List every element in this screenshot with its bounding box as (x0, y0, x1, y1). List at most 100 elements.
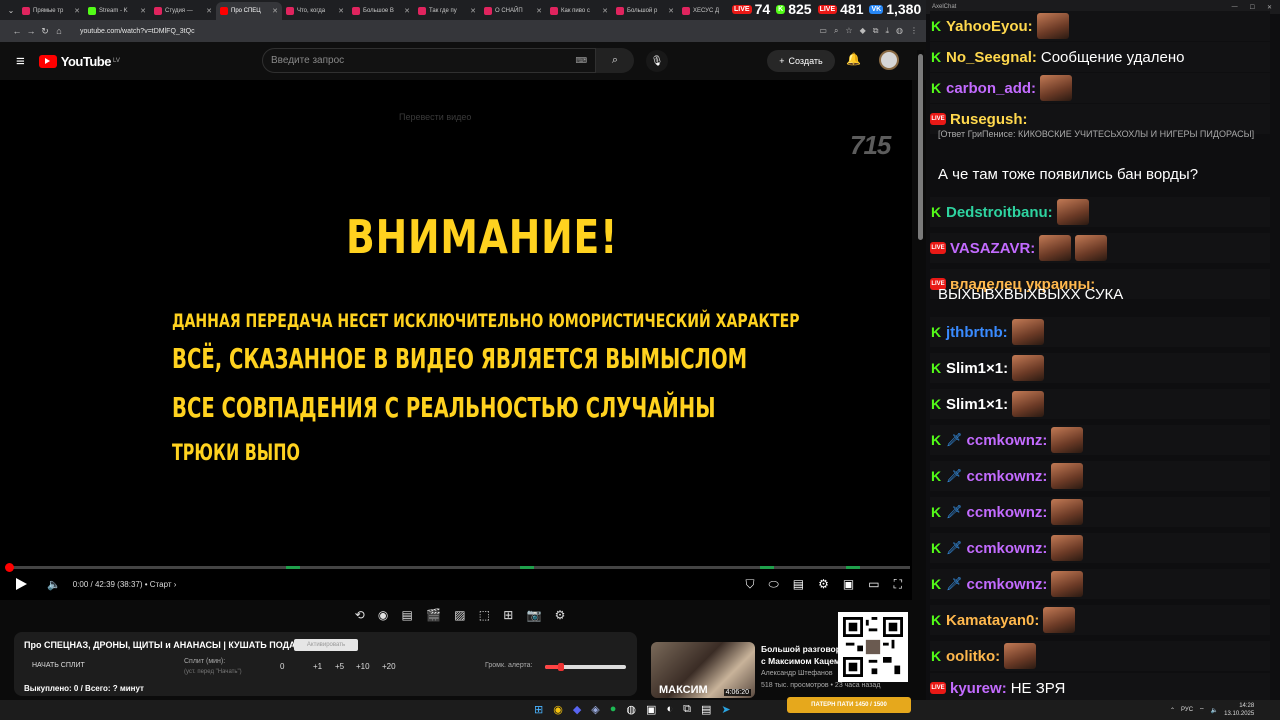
extension-icon[interactable]: ◆ (860, 26, 866, 36)
tab-close-icon[interactable]: ✕ (536, 7, 542, 15)
maximize-icon[interactable]: ☐ (1250, 4, 1255, 11)
chat-username[interactable]: ccmkownz: (967, 504, 1048, 521)
browser-tab[interactable]: Большое В ✕ (348, 2, 414, 20)
progress-scrubber[interactable] (5, 563, 14, 572)
clapper-icon[interactable]: 🎬 (426, 608, 441, 622)
close-icon[interactable]: ✕ (1267, 4, 1272, 11)
hamburger-menu-icon[interactable]: ≡ (16, 53, 25, 70)
url-text[interactable]: youtube.com/watch?v=tDMlFQ_3tQc (80, 28, 195, 35)
chevron-up-icon[interactable]: ⌃ (1170, 707, 1175, 714)
add-icon[interactable]: ⊞ (503, 608, 513, 622)
volume-icon[interactable]: 🔈 (47, 578, 61, 591)
tab-close-icon[interactable]: ✕ (272, 7, 278, 15)
browser-tab[interactable]: Про СПЕЦ ✕ (216, 2, 282, 20)
browser-tab[interactable]: Прямые тр ✕ (18, 2, 84, 20)
chat-username[interactable]: oolitko: (946, 648, 1000, 665)
browser-tab[interactable]: Большой р ✕ (612, 2, 678, 20)
page-scrollbar[interactable] (917, 50, 924, 690)
chat-username[interactable]: ccmkownz: (967, 540, 1048, 557)
tab-close-icon[interactable]: ✕ (74, 7, 80, 15)
scrollbar-thumb[interactable] (918, 54, 923, 240)
tab-close-icon[interactable]: ✕ (470, 7, 476, 15)
profile-icon[interactable]: ◍ (896, 26, 903, 36)
add-1-button[interactable]: +1 (313, 662, 322, 671)
clock[interactable]: 14:28 13.10.2025 (1224, 702, 1254, 718)
chat-username[interactable]: ccmkownz: (967, 576, 1048, 593)
settings-gear-icon[interactable]: ⚙ (818, 577, 829, 591)
zoom-icon[interactable]: ⌕ (834, 26, 838, 36)
chat-username[interactable]: ccmkownz: (967, 432, 1048, 449)
steam-icon[interactable]: ◈ (591, 703, 599, 716)
network-icon[interactable]: ⌔ (1199, 706, 1205, 714)
download-icon[interactable]: ⤓ (885, 26, 889, 36)
volume-tray-icon[interactable]: 🔈 (1211, 707, 1218, 714)
chat-username[interactable]: YahooEyou: (946, 18, 1033, 35)
chat-username[interactable]: kyurew: (950, 680, 1007, 697)
browser-tab[interactable]: Что, когда ✕ (282, 2, 348, 20)
avatar[interactable] (879, 50, 899, 70)
tab-list-icon[interactable]: ⌄ (4, 6, 18, 15)
alert-volume-slider[interactable] (545, 663, 626, 671)
chat-username[interactable]: jthbrtnb: (946, 324, 1008, 341)
screenshot-camera-icon[interactable]: 📷 (527, 608, 542, 622)
video-player[interactable]: Перевести видео 715 ВНИМАНИЕ! ДАННАЯ ПЕР… (0, 80, 912, 600)
reload-icon[interactable]: ↻ (38, 26, 52, 37)
subtitles-icon[interactable]: ▤ (793, 577, 804, 591)
minimize-icon[interactable]: — (1232, 4, 1238, 11)
audio-icon[interactable]: ◉ (378, 608, 388, 622)
tab-close-icon[interactable]: ✕ (668, 7, 674, 15)
recommendation-title[interactable]: Большой разговор с Максимом Кацем (761, 643, 841, 667)
voice-search-button[interactable]: 🎙 (646, 50, 668, 72)
activate-button[interactable]: Активировать (294, 639, 358, 651)
crop-icon[interactable]: ⬚ (479, 608, 490, 622)
tab-close-icon[interactable]: ✕ (140, 7, 146, 15)
theater-mode-icon[interactable]: ▭ (868, 577, 879, 591)
tab-close-icon[interactable]: ✕ (338, 7, 344, 15)
app-icon[interactable]: ▣ (646, 703, 656, 716)
chat-username[interactable]: VASAZAVR: (950, 240, 1035, 257)
loop-icon[interactable]: ⟲ (355, 608, 365, 622)
bookmark-star-icon[interactable]: ☆ (845, 26, 852, 36)
discord-icon[interactable]: ◆ (573, 703, 581, 716)
back-icon[interactable]: ← (10, 26, 24, 36)
browser-tab[interactable]: О СНАЙП ✕ (480, 2, 546, 20)
windows-start-icon[interactable]: ⊞ (534, 703, 543, 716)
language-indicator[interactable]: РУС (1181, 707, 1193, 713)
tab-close-icon[interactable]: ✕ (602, 7, 608, 15)
tab-close-icon[interactable]: ✕ (206, 7, 212, 15)
add-10-button[interactable]: +10 (356, 662, 370, 671)
notifications-bell-icon[interactable]: 🔔 (846, 52, 861, 66)
chat-username[interactable]: ccmkownz: (967, 468, 1048, 485)
browser-tab[interactable]: Так где пу ✕ (414, 2, 480, 20)
chat-username[interactable]: Slim1×1: (946, 360, 1008, 377)
shield-icon[interactable]: ⛉ (746, 577, 755, 592)
cast-icon[interactable]: ▭ (819, 26, 827, 36)
spotify-icon[interactable]: ● (610, 703, 617, 716)
miniplayer-icon[interactable]: ▣ (843, 577, 854, 591)
autoplay-toggle[interactable]: ⬭ (769, 577, 779, 592)
chrome-icon[interactable]: ◉ (553, 703, 563, 716)
chat-username[interactable]: carbon_add: (946, 80, 1036, 97)
telegram-icon[interactable]: ➤ (721, 703, 730, 716)
chat-username[interactable]: Slim1×1: (946, 396, 1008, 413)
chat-username[interactable]: Kamatayan0: (946, 612, 1039, 629)
add-20-button[interactable]: +20 (382, 662, 396, 671)
chat-username[interactable]: No_Seegnal: (946, 49, 1037, 66)
alert-volume-knob[interactable] (558, 663, 565, 671)
browser-tab[interactable]: Как пиво с ✕ (546, 2, 612, 20)
extensions-menu-icon[interactable]: ⧉ (873, 26, 879, 36)
recommendation-thumbnail[interactable]: МАКСИМ 4:06:20 (651, 642, 755, 698)
tab-close-icon[interactable]: ✕ (404, 7, 410, 15)
app-icon[interactable]: ⧉ (683, 703, 691, 716)
subtitle-tool-icon[interactable]: ▤ (402, 608, 413, 622)
play-icon[interactable] (16, 578, 27, 590)
start-split-button[interactable]: НАЧАТЬ СПЛИТ (32, 662, 85, 669)
keyboard-icon[interactable]: ⌨ (575, 56, 587, 65)
forward-icon[interactable]: → (24, 26, 38, 36)
recommendation-author[interactable]: Александр Штефанов (761, 670, 833, 677)
browser-tab[interactable]: Stream - K ✕ (84, 2, 150, 20)
search-button[interactable]: ⌕ (596, 48, 634, 73)
app-icon[interactable]: ▤ (701, 703, 711, 716)
chat-username[interactable]: Dedstroitbanu: (946, 204, 1053, 221)
menu-dots-icon[interactable]: ⋮ (910, 26, 918, 36)
